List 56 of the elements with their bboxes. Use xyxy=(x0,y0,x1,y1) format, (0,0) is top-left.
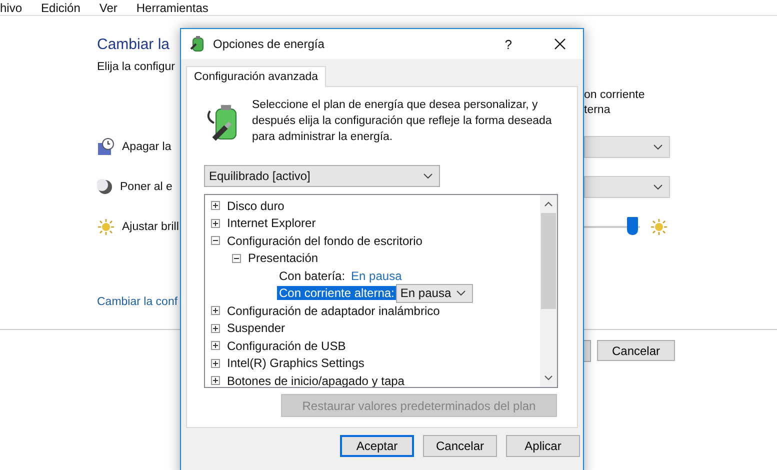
value-dropdown[interactable]: En pausa xyxy=(396,284,474,303)
tree-item[interactable]: Botones de inicio/apagado y tapa xyxy=(227,374,404,387)
collapse-icon[interactable] xyxy=(232,254,241,263)
sun-icon xyxy=(97,218,115,236)
expand-icon[interactable] xyxy=(211,324,220,333)
settings-link[interactable]: Cambiar la conf xyxy=(97,296,178,308)
expand-icon[interactable] xyxy=(211,218,220,228)
tree-item[interactable]: Internet Explorer xyxy=(227,216,316,230)
tree-item[interactable]: Intel(R) Graphics Settings xyxy=(227,356,364,370)
dialog-button[interactable]: Cancelar xyxy=(423,435,497,457)
tree-item[interactable]: Disco duro xyxy=(227,198,284,213)
dialog-button[interactable]: Aplicar xyxy=(506,435,580,457)
expand-icon[interactable] xyxy=(211,341,220,350)
page-title: Cambiar la xyxy=(97,36,170,53)
scrollbar[interactable] xyxy=(540,195,557,387)
expand-icon[interactable] xyxy=(211,376,220,386)
menu-item[interactable]: Herramientas xyxy=(136,0,208,14)
column-header: terna xyxy=(584,103,612,118)
tree-item[interactable]: Presentación xyxy=(248,251,318,266)
tree-item[interactable]: Configuración del fondo de escritorio xyxy=(227,234,422,248)
tree-item[interactable]: Suspender xyxy=(227,321,286,336)
setting-label[interactable]: Con corriente alterna: xyxy=(277,286,396,300)
cancel-button[interactable]: Cancelar xyxy=(597,340,675,361)
menu-item[interactable]: hivo xyxy=(0,0,22,14)
scroll-down-icon[interactable] xyxy=(544,375,553,381)
setting-value-link[interactable]: En pausa xyxy=(351,268,402,283)
moon-icon xyxy=(97,179,113,195)
slider-thumb[interactable] xyxy=(627,217,638,235)
dialog-button[interactable]: Aceptar xyxy=(340,435,414,457)
menu-item[interactable]: Ver xyxy=(99,0,118,14)
column-header: on corriente xyxy=(584,88,646,103)
scroll-up-icon[interactable] xyxy=(544,201,553,207)
chevron-down-icon xyxy=(653,144,663,150)
close-icon[interactable] xyxy=(554,38,566,50)
chevron-down-icon xyxy=(456,290,466,296)
tab[interactable]: Configuración avanzada xyxy=(186,66,326,87)
setting-label: Poner al e xyxy=(120,181,172,193)
help-button[interactable]: ? xyxy=(504,36,512,52)
plan-dropdown[interactable]: Equilibrado [activo] xyxy=(204,165,440,187)
expand-icon[interactable] xyxy=(211,306,220,316)
collapse-icon[interactable] xyxy=(211,236,220,246)
page-subtitle: Elija la configur xyxy=(97,61,175,73)
expand-icon[interactable] xyxy=(211,358,220,368)
expand-icon[interactable] xyxy=(211,201,220,210)
chevron-down-icon xyxy=(653,184,663,190)
sun-icon xyxy=(650,218,668,236)
setting-label: Apagar la xyxy=(122,141,172,153)
clock-icon xyxy=(97,138,115,156)
description-text: Seleccione el plan de energía que desea personalizar, y después elija la configuración que refleje la forma deseada para administrar la energía. xyxy=(252,98,552,145)
setting-label[interactable]: Con batería: xyxy=(277,268,348,283)
dialog-title: Opciones de energía xyxy=(213,37,326,51)
chevron-down-icon xyxy=(423,173,433,179)
tree-item[interactable]: Configuración de USB xyxy=(227,338,346,353)
setting-label: Ajustar brill xyxy=(122,221,179,233)
menu-item[interactable]: Edición xyxy=(41,0,80,14)
tree-item[interactable]: Configuración de adaptador inalámbrico xyxy=(227,304,440,318)
